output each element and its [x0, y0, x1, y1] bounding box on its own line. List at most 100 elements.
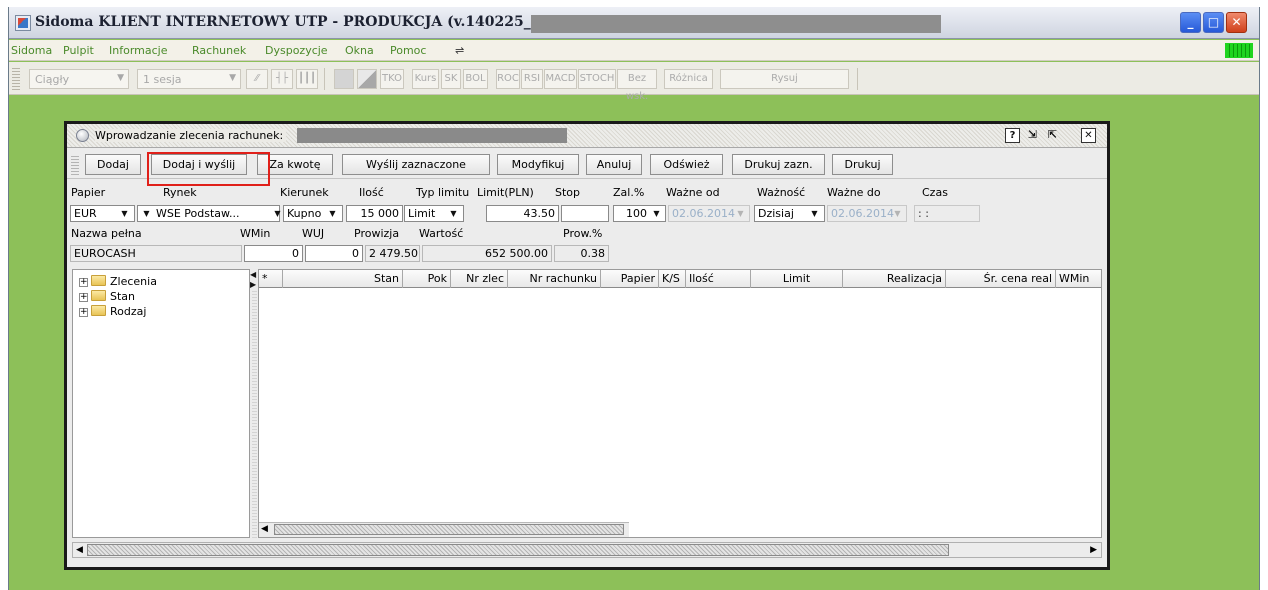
frame-horizontal-scrollbar[interactable]: ◀ ▶	[72, 542, 1102, 558]
wuj-input[interactable]: 0	[305, 245, 363, 262]
valid-to-value: 02.06.2014	[831, 207, 894, 220]
paper-label: Papier	[71, 186, 106, 199]
toolbar-separator	[857, 68, 858, 90]
menu-okna[interactable]: Okna	[345, 44, 374, 57]
panel-splitter[interactable]	[252, 289, 257, 538]
splitter-arrows-icon[interactable]: ◀ ▶	[250, 270, 258, 290]
tko-button[interactable]: TKO	[380, 69, 404, 89]
draw-button[interactable]: Rysuj	[720, 69, 849, 89]
column-header[interactable]: Nr rachunku	[508, 270, 601, 288]
paper-select[interactable]: EUR ▼	[70, 205, 135, 222]
print-selected-button[interactable]: Drukuj zazn.	[732, 154, 825, 175]
wmin-input[interactable]: 0	[244, 245, 303, 262]
fill-chart-icon[interactable]	[357, 69, 377, 89]
menu-sidoma[interactable]: Sidoma	[11, 44, 52, 57]
candlestick-chart-icon[interactable]: ┃┃┃	[296, 69, 318, 89]
column-header[interactable]: K/S	[659, 270, 686, 288]
calendar-dropdown-icon: ▼	[894, 209, 901, 218]
tree-node-status[interactable]: + Stan	[79, 290, 135, 304]
session-select[interactable]: 1 sesja ▼	[137, 69, 241, 89]
frame-close-icon[interactable]: ✕	[1081, 128, 1096, 143]
no-indicator-button[interactable]: Bez wsk.	[617, 69, 657, 102]
add-button[interactable]: Dodaj	[85, 154, 141, 175]
scroll-thumb[interactable]	[87, 544, 949, 556]
kurs-button[interactable]: Kurs	[412, 69, 439, 89]
expand-icon[interactable]: +	[79, 278, 88, 287]
table-horizontal-scrollbar[interactable]: ◀	[259, 522, 629, 537]
quantity-input[interactable]: 15 000	[346, 205, 403, 222]
session-value: 1 sesja	[143, 73, 182, 86]
modify-button[interactable]: Modyfikuj	[497, 154, 579, 175]
time-input[interactable]: : :	[914, 205, 980, 222]
help-icon[interactable]: ?	[1005, 128, 1020, 143]
tree-node-orders[interactable]: + Zlecenia	[79, 275, 157, 289]
column-header[interactable]: Papier	[601, 270, 659, 288]
folder-icon	[91, 275, 106, 286]
toolbar-grip[interactable]	[12, 66, 20, 90]
ohlc-chart-icon[interactable]: ┤├	[271, 69, 293, 89]
difference-button[interactable]: Różnica	[664, 69, 713, 89]
column-header[interactable]: Stan	[283, 270, 403, 288]
column-header[interactable]: Śr. cena real	[946, 270, 1056, 288]
send-selected-button[interactable]: Wyślij zaznaczone	[342, 154, 490, 175]
column-header[interactable]: Realizacja	[843, 270, 946, 288]
menu-pulpit[interactable]: Pulpit	[63, 44, 94, 57]
chart-mode-select[interactable]: Ciągły ▼	[29, 69, 129, 89]
validity-value: Dzisiaj	[758, 207, 794, 220]
limit-type-select[interactable]: Limit ▼	[404, 205, 464, 222]
chevron-down-icon: ▼	[121, 209, 128, 218]
folder-icon	[91, 290, 106, 301]
scroll-left-icon[interactable]: ◀	[76, 545, 83, 555]
minimize-button[interactable]: _	[1180, 12, 1201, 33]
maximize-icon[interactable]: ⇱	[1045, 128, 1060, 143]
macd-button[interactable]: MACD	[544, 69, 577, 89]
direction-select[interactable]: Kupno ▼	[283, 205, 343, 222]
column-header[interactable]: Ilość	[686, 270, 751, 288]
commission-label: Prowizja	[354, 227, 400, 240]
column-header[interactable]: *	[259, 270, 283, 288]
valid-from-label: Ważne od	[666, 186, 720, 199]
rsi-button[interactable]: RSI	[521, 69, 543, 89]
column-header[interactable]: Pok	[403, 270, 451, 288]
column-header[interactable]: Limit	[751, 270, 843, 288]
button-bar-grip[interactable]	[71, 154, 79, 175]
menu-pomoc[interactable]: Pomoc	[390, 44, 426, 57]
iconify-icon[interactable]: ⇲	[1025, 128, 1040, 143]
quantity-label: Ilość	[359, 186, 384, 199]
line-chart-icon[interactable]: ⁄⁄	[246, 69, 268, 89]
scroll-thumb[interactable]	[274, 524, 624, 535]
scroll-right-icon[interactable]: ▶	[1090, 545, 1097, 555]
stop-input[interactable]	[561, 205, 609, 222]
area-chart-icon[interactable]	[334, 69, 354, 89]
close-button[interactable]: ✕	[1226, 12, 1247, 33]
limit-input[interactable]: 43.50	[486, 205, 559, 222]
stop-label: Stop	[555, 186, 581, 199]
bol-button[interactable]: BOL	[463, 69, 488, 89]
wmin-label: WMin	[240, 227, 271, 240]
menu-rachunek[interactable]: Rachunek	[192, 44, 246, 57]
column-header[interactable]: WMin	[1056, 270, 1101, 288]
print-button[interactable]: Drukuj	[832, 154, 893, 175]
deposit-select[interactable]: 100 ▼	[613, 205, 666, 222]
scroll-left-icon[interactable]: ◀	[261, 524, 268, 534]
roc-button[interactable]: ROC	[496, 69, 520, 89]
refresh-button[interactable]: Odśwież	[650, 154, 723, 175]
menu-dyspozycje[interactable]: Dyspozycje	[265, 44, 328, 57]
paper-value: EUR	[74, 207, 97, 220]
tree-node-type[interactable]: + Rodzaj	[79, 305, 146, 319]
menu-informacje[interactable]: Informacje	[109, 44, 167, 57]
cancel-order-button[interactable]: Anuluj	[586, 154, 642, 175]
expand-icon[interactable]: +	[79, 308, 88, 317]
frame-title-bar[interactable]: Wprowadzanie zlecenia rachunek: ? ⇲ ⇱ ✕	[67, 124, 1107, 148]
market-select[interactable]: ▼ WSE Podstaw...	[137, 205, 280, 222]
full-name-field: EUROCASH	[70, 245, 242, 262]
stoch-button[interactable]: STOCH	[578, 69, 616, 89]
column-header[interactable]: Nr zlec	[451, 270, 508, 288]
main-toolbar: Ciągły ▼ 1 sesja ▼ ⁄⁄ ┤├ ┃┃┃ TKO Kurs SK…	[9, 62, 1259, 102]
chevron-down-icon: ▼	[450, 209, 457, 218]
sk-button[interactable]: SK	[441, 69, 461, 89]
maximize-button[interactable]: □	[1203, 12, 1224, 33]
time-label: Czas	[922, 186, 948, 199]
expand-icon[interactable]: +	[79, 293, 88, 302]
validity-select[interactable]: Dzisiaj ▼	[754, 205, 825, 222]
